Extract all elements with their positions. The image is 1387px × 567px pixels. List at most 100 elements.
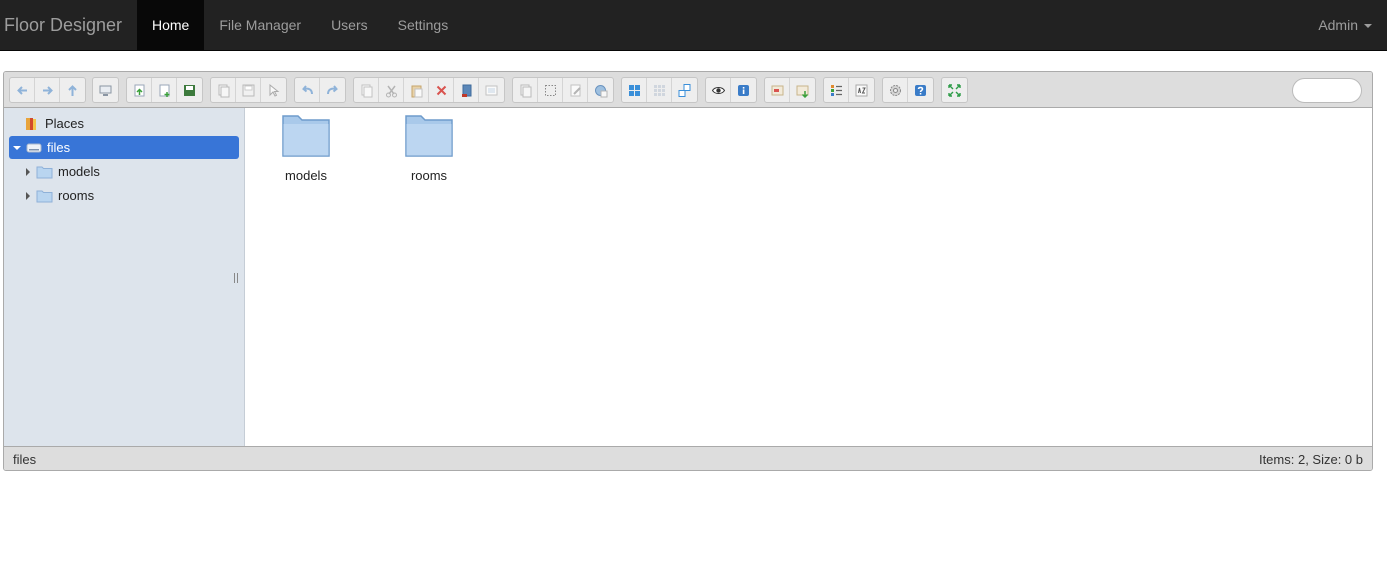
top-navbar: Floor Designer Home File Manager Users S… [0, 0, 1387, 51]
fullscreen-button[interactable] [942, 78, 967, 102]
search-input[interactable] [1292, 78, 1362, 103]
tree-label: Places [45, 116, 85, 131]
forward-button[interactable] [35, 78, 60, 102]
copy-doc-button[interactable] [211, 78, 236, 102]
upload-button[interactable] [127, 78, 152, 102]
drive-icon [26, 143, 42, 152]
icons-view-icon [628, 84, 640, 96]
user-menu[interactable]: Admin [1318, 0, 1372, 50]
grid-view-button[interactable] [647, 78, 672, 102]
navigation-tree: Places files models rooms [4, 108, 245, 446]
archive-button[interactable] [790, 78, 815, 102]
collapsed-arrow-icon[interactable] [26, 191, 30, 200]
archive-icon [796, 85, 809, 98]
icons-view-button[interactable] [622, 78, 647, 102]
toolbar-group [882, 77, 934, 103]
expanded-arrow-icon[interactable] [13, 145, 21, 150]
nav-settings[interactable]: Settings [383, 0, 464, 50]
places-icon [26, 117, 36, 130]
settings-button[interactable] [883, 78, 908, 102]
details-button[interactable] [824, 78, 849, 102]
undo-icon [301, 84, 313, 94]
user-name: Admin [1318, 17, 1358, 33]
resize-button[interactable] [588, 78, 613, 102]
status-summary: Items: 2, Size: 0 b [1258, 452, 1363, 467]
brand-link[interactable]: Floor Designer [4, 0, 122, 50]
file-manager: Places files models rooms models rooms f… [3, 71, 1373, 471]
rename-button[interactable] [513, 78, 538, 102]
file-item-rooms[interactable]: rooms [384, 114, 474, 183]
resize-handle[interactable] [234, 273, 238, 283]
tree-label: models [58, 164, 100, 179]
tree-item-files[interactable]: files [9, 136, 239, 159]
edit-button[interactable] [563, 78, 588, 102]
disk-icon [242, 84, 254, 96]
toolbar-group [621, 77, 698, 103]
empty-icon [461, 84, 471, 97]
tree-item-models[interactable]: models [26, 160, 226, 183]
save-icon [184, 84, 195, 96]
back-button[interactable] [10, 78, 35, 102]
tree-item-places[interactable]: Places [24, 112, 234, 135]
list-view-icon [678, 83, 691, 97]
nav-file-manager[interactable]: File Manager [204, 0, 316, 50]
new-file-button[interactable] [152, 78, 177, 102]
select-all-icon [544, 84, 556, 96]
info-icon [738, 84, 749, 96]
paste-button[interactable] [404, 78, 429, 102]
copy-icon [361, 84, 372, 97]
nav-users[interactable]: Users [316, 0, 383, 50]
rename-icon [520, 84, 531, 97]
details-icon [830, 84, 842, 96]
status-bar: files Items: 2, Size: 0 b [4, 446, 1372, 470]
help-button[interactable] [908, 78, 933, 102]
new-file-icon [159, 84, 169, 97]
select-button[interactable] [261, 78, 286, 102]
up-button[interactable] [60, 78, 85, 102]
tree-item-rooms[interactable]: rooms [26, 184, 226, 207]
help-icon [915, 84, 926, 96]
upload-icon [134, 84, 144, 96]
list-view-button[interactable] [672, 78, 697, 102]
status-path: files [13, 452, 37, 467]
paste-icon [411, 85, 422, 97]
tree-label: files [47, 140, 71, 155]
toolbar-group [512, 77, 614, 103]
toolbar-group [823, 77, 875, 103]
save-button[interactable] [177, 78, 202, 102]
file-name: models [285, 168, 327, 183]
cut-button[interactable] [379, 78, 404, 102]
sort-button[interactable] [849, 78, 874, 102]
toolbar-group [294, 77, 346, 103]
delete-button[interactable] [429, 78, 454, 102]
info-button[interactable] [731, 78, 756, 102]
select-all-button[interactable] [538, 78, 563, 102]
preview-button[interactable] [706, 78, 731, 102]
grid-view-icon [653, 84, 665, 96]
toolbar-group [210, 77, 287, 103]
empty-button[interactable] [454, 78, 479, 102]
extract-icon [771, 85, 783, 95]
computer-button[interactable] [93, 78, 118, 102]
file-item-models[interactable]: models [261, 114, 351, 183]
collapsed-arrow-icon[interactable] [26, 167, 30, 176]
delete-icon [436, 85, 446, 95]
nav-home[interactable]: Home [137, 0, 205, 50]
folder-icon [36, 166, 53, 178]
duplicate-icon [485, 85, 498, 95]
copy-button[interactable] [354, 78, 379, 102]
toolbar-group [92, 77, 119, 103]
edit-icon [570, 84, 581, 96]
toolbar-group [126, 77, 203, 103]
select-icon [269, 83, 280, 97]
toolbar-group [705, 77, 757, 103]
back-icon [16, 85, 27, 95]
redo-button[interactable] [320, 78, 345, 102]
sort-icon [855, 84, 868, 96]
extract-button[interactable] [765, 78, 790, 102]
undo-button[interactable] [295, 78, 320, 102]
duplicate-button[interactable] [479, 78, 504, 102]
toolbar-group [353, 77, 505, 103]
redo-icon [327, 84, 338, 94]
disk-button[interactable] [236, 78, 261, 102]
